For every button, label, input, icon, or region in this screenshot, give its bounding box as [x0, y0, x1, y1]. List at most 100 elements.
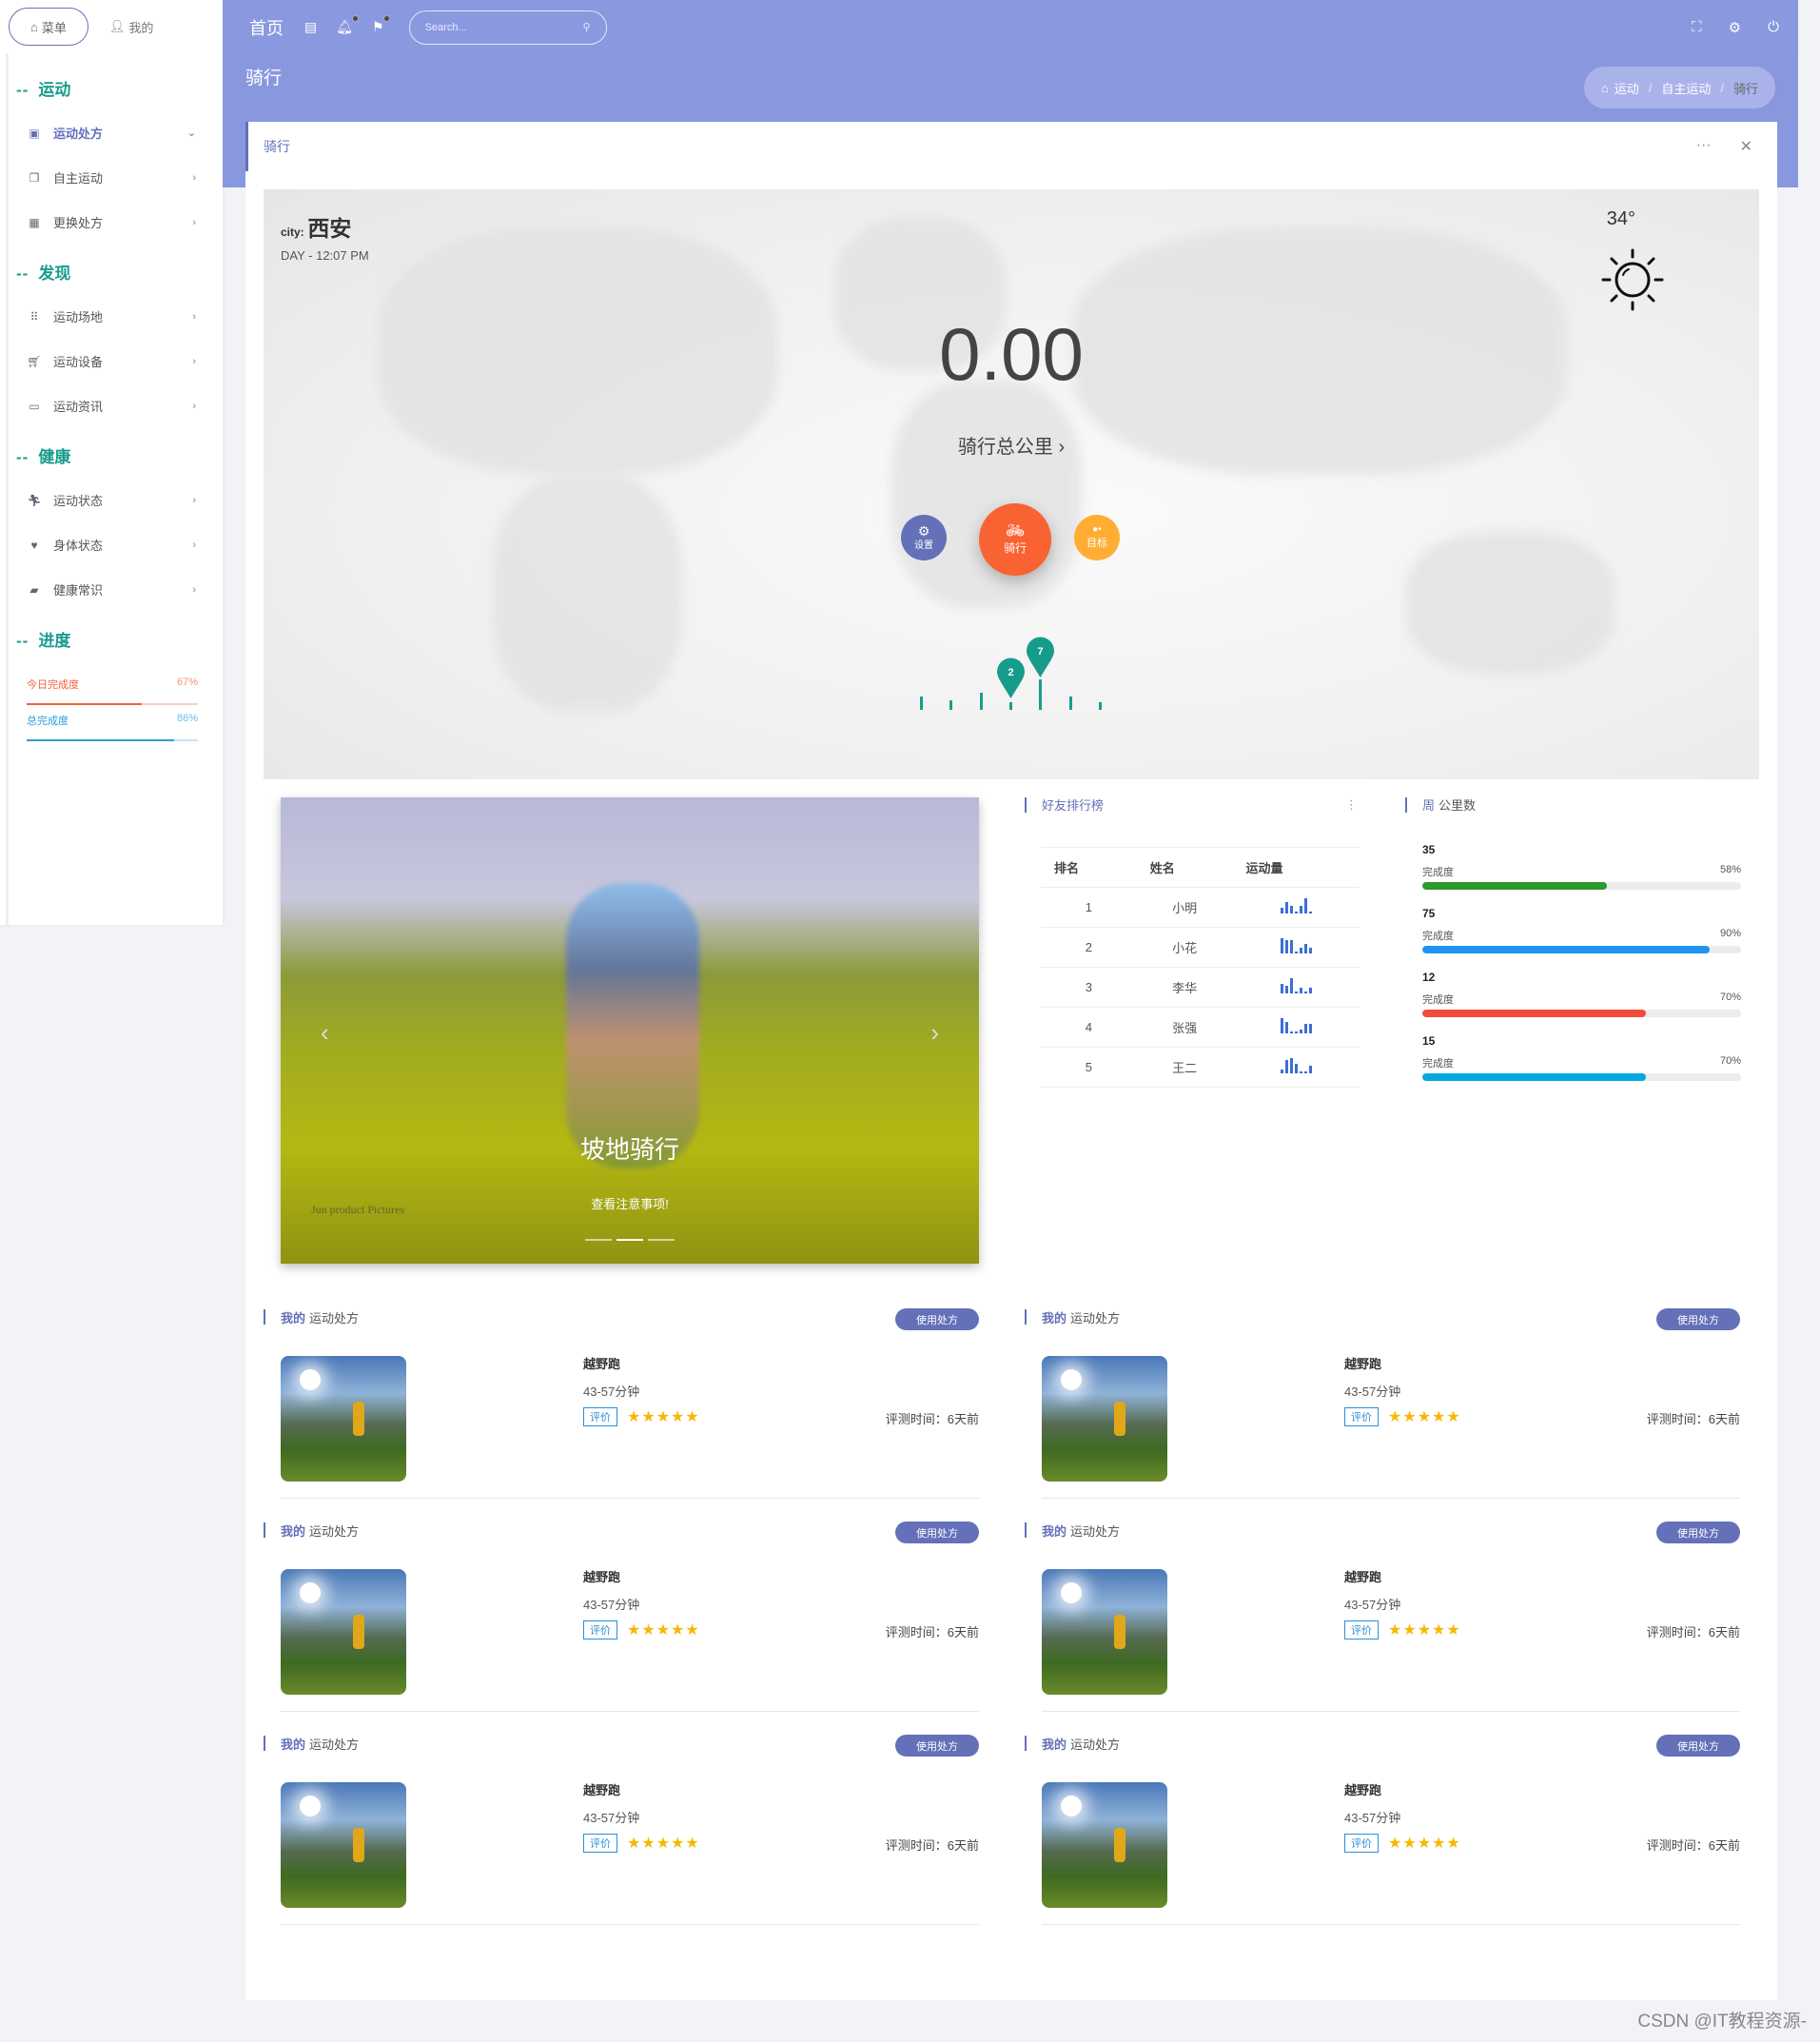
breadcrumb-current: 骑行	[1732, 81, 1758, 96]
user-icon: 👤︎	[108, 19, 126, 33]
rate-button[interactable]: 评价	[583, 1407, 617, 1426]
carousel-indicator-active[interactable]	[616, 1239, 643, 1241]
fullscreen-icon[interactable]: ⛶	[1692, 19, 1702, 35]
sidebar-item[interactable]: ▰ 健康常识 ›	[9, 567, 223, 612]
prescription-image[interactable]	[281, 1782, 406, 1908]
sidebar-toggle-icon[interactable]: ▤	[304, 19, 317, 35]
main-card: 骑行 ··· ✕ city: 西安 DAY - 12:07 PM 34° 0.0…	[245, 122, 1777, 2000]
prescription-image[interactable]	[1042, 1782, 1167, 1908]
settings-button[interactable]: ⚙ 设置	[901, 515, 947, 560]
pin-label: 7	[1037, 646, 1043, 658]
use-prescription-button[interactable]: 使用处方	[1656, 1735, 1740, 1757]
more-icon[interactable]: ···	[1696, 137, 1712, 156]
rate-button[interactable]: 评价	[1344, 1407, 1379, 1426]
table-row[interactable]: 2 小花	[1041, 927, 1360, 968]
star-rating: ★★★★★	[1388, 1622, 1461, 1639]
breadcrumb-item[interactable]: 自主运动	[1661, 79, 1711, 97]
prescription-header-title: 运动处方	[309, 1737, 360, 1752]
kebab-menu-icon[interactable]: ⋮	[1345, 797, 1358, 813]
use-prescription-button[interactable]: 使用处方	[895, 1735, 979, 1757]
tick	[1099, 702, 1102, 710]
table-row[interactable]: 4 张强	[1041, 1007, 1360, 1048]
home-link[interactable]: 首页	[249, 15, 284, 40]
tab-menu[interactable]: ⌂ 菜单	[9, 8, 88, 46]
section-dash: --	[16, 448, 29, 466]
use-prescription-button[interactable]: 使用处方	[1656, 1522, 1740, 1543]
spark-bar	[1289, 1058, 1293, 1073]
sidebar-section-title: -- 健康	[9, 428, 223, 478]
weekly-header: 周 公里数	[1405, 795, 1476, 814]
sidebar-item[interactable]: ▦ 更换处方 ›	[9, 200, 223, 245]
tab-mine[interactable]: 👤︎ 我的	[109, 8, 154, 46]
spark-bar	[1299, 948, 1302, 953]
sidebar-item[interactable]: ⠿ 运动场地 ›	[9, 294, 223, 339]
spark-bar	[1284, 940, 1288, 953]
section-marker	[1025, 1309, 1027, 1325]
section-marker	[264, 1736, 265, 1751]
spark-bar	[1299, 906, 1302, 913]
use-prescription-button[interactable]: 使用处方	[895, 1308, 979, 1330]
flag-icon[interactable]: ⚑	[372, 15, 390, 35]
chevron-right-icon: ›	[192, 355, 196, 367]
close-icon[interactable]: ✕	[1740, 137, 1752, 156]
distance-link[interactable]: 骑行总公里 ›	[264, 431, 1759, 459]
use-prescription-button[interactable]: 使用处方	[895, 1522, 979, 1543]
prescription-name: 越野跑	[583, 1570, 621, 1584]
distance-label: 骑行总公里	[957, 437, 1053, 458]
carousel[interactable]: Jun product Pictures ‹ › 坡地骑行 查看注意事项!	[281, 797, 979, 1264]
weekly-value: 35	[1422, 843, 1436, 856]
sidebar-item[interactable]: 🏃︎ 运动状态 ›	[9, 478, 223, 522]
sidebar-item[interactable]: 🛒︎ 运动设备 ›	[9, 339, 223, 383]
cyclist-figure	[566, 883, 699, 1168]
sidebar-item[interactable]: ▣ 运动处方 ⌄	[9, 110, 223, 155]
carousel-prev-button[interactable]: ‹	[321, 1018, 329, 1048]
prescription-image[interactable]	[1042, 1356, 1167, 1482]
page-title: 骑行	[245, 69, 283, 88]
progress-list: 今日完成度 67% 总完成度 86%	[9, 669, 223, 741]
power-icon[interactable]: ⏻	[1768, 19, 1779, 35]
sparkline	[1280, 1018, 1312, 1033]
rate-button[interactable]: 评价	[1344, 1834, 1379, 1853]
weekly-label: 完成度	[1422, 867, 1454, 878]
progress-bar	[27, 703, 198, 705]
tick	[1039, 679, 1042, 710]
bell-icon[interactable]: 🔔︎	[336, 15, 360, 35]
breadcrumb-separator: /	[1720, 80, 1724, 95]
gear-icon[interactable]: ⚙	[1729, 19, 1741, 36]
world-map-shape	[492, 475, 682, 713]
rate-button[interactable]: 评价	[1344, 1620, 1379, 1639]
prescription-image[interactable]	[281, 1356, 406, 1482]
spark-bar	[1308, 988, 1312, 993]
activity-cell	[1232, 1047, 1360, 1088]
search-icon[interactable]: ⚲	[583, 21, 591, 33]
use-prescription-button[interactable]: 使用处方	[1656, 1308, 1740, 1330]
table-row[interactable]: 1 小明	[1041, 887, 1360, 928]
section-dash: --	[16, 265, 29, 283]
carousel-indicator[interactable]	[585, 1239, 612, 1241]
ride-button[interactable]: 🚲︎ 骑行	[979, 503, 1051, 576]
sidebar-item[interactable]: ▭ 运动资讯 ›	[9, 383, 223, 428]
breadcrumb-item[interactable]: 运动	[1615, 79, 1639, 97]
rate-button[interactable]: 评价	[583, 1620, 617, 1639]
prescription-image[interactable]	[281, 1569, 406, 1695]
chevron-right-icon: ›	[192, 494, 196, 506]
prescription-image[interactable]	[1042, 1569, 1167, 1695]
carousel-indicator[interactable]	[648, 1239, 675, 1241]
search-input[interactable]: Search... ⚲	[408, 10, 607, 45]
spark-bar	[1308, 948, 1312, 953]
table-row[interactable]: 3 李华	[1041, 967, 1360, 1008]
runner-figure	[353, 1402, 364, 1436]
calendar-icon: ▦	[29, 215, 40, 229]
clipboard-icon: ▣	[29, 126, 40, 140]
prescription-duration: 43-57分钟	[1344, 1811, 1401, 1825]
goal-button[interactable]: ●• 目标	[1074, 515, 1120, 560]
sun-glare	[1061, 1582, 1082, 1603]
rate-button[interactable]: 评价	[583, 1834, 617, 1853]
sidebar-item[interactable]: ♥ 身体状态 ›	[9, 522, 223, 567]
weekly-title: 公里数	[1438, 798, 1477, 813]
sidebar-item[interactable]: ❐ 自主运动 ›	[9, 155, 223, 200]
table-row[interactable]: 5 王二	[1041, 1047, 1360, 1088]
carousel-next-button[interactable]: ›	[930, 1018, 939, 1048]
sun-glare	[300, 1369, 321, 1390]
prescription-header-title: 运动处方	[1070, 1310, 1121, 1325]
